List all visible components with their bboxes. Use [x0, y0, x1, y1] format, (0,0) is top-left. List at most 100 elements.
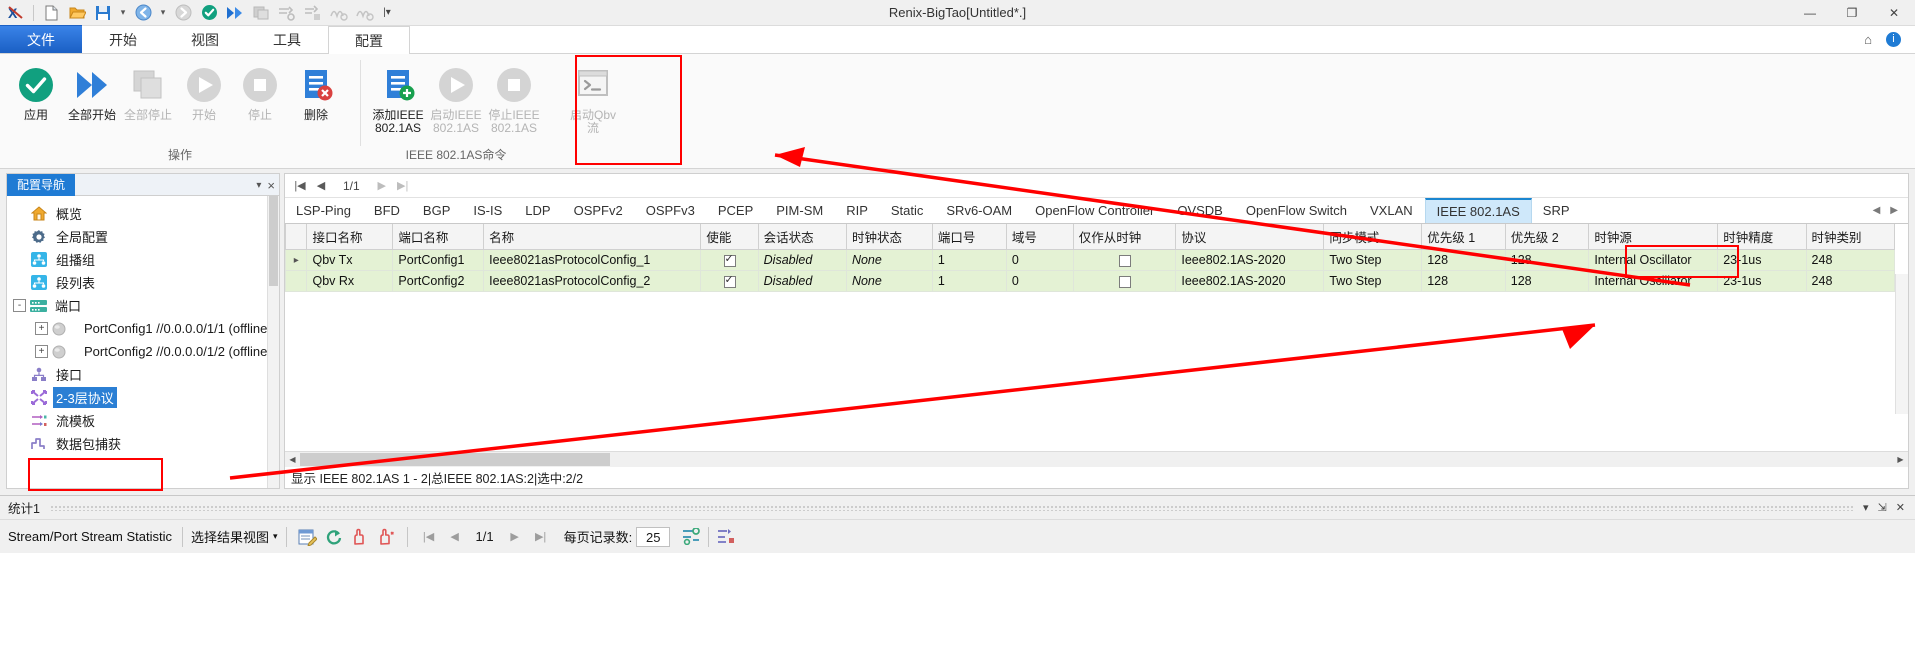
tab-static[interactable]: Static — [880, 198, 936, 223]
tree-item-stream-template[interactable]: 流模板 — [7, 409, 279, 432]
cell-port-number[interactable]: 1 — [931, 270, 1007, 292]
tab-is-is[interactable]: IS-IS — [462, 198, 514, 223]
tree-item-multicast-group[interactable]: 组播组 — [7, 248, 279, 271]
tab-ospfv3[interactable]: OSPFv3 — [635, 198, 707, 223]
col-enabled[interactable]: 使能 — [700, 224, 759, 250]
new-file-icon[interactable] — [39, 2, 63, 24]
dock-pin-icon[interactable]: ⇲ — [1878, 501, 1887, 514]
dock-header-buttons[interactable]: ▾ ⇲ ✕ — [1863, 501, 1915, 514]
col-port-number[interactable]: 端口号 — [931, 224, 1007, 250]
col-port-name[interactable]: 端口名称 — [392, 224, 485, 250]
col-sync-mode[interactable]: 同步模式 — [1323, 224, 1423, 250]
edit-view-icon[interactable] — [295, 525, 321, 549]
cell-clock-source[interactable]: Internal Oscillator — [1588, 249, 1719, 271]
save-dropdown-icon[interactable]: ▾ — [117, 2, 129, 24]
apply-button[interactable]: 应用 — [8, 60, 64, 125]
ribbon-tab-file[interactable]: 文件 — [0, 25, 82, 53]
col-clock-state[interactable]: 时钟状态 — [845, 224, 933, 250]
tab-ieee-802-1as[interactable]: IEEE 802.1AS — [1424, 198, 1532, 223]
col-name[interactable]: 名称 — [483, 224, 702, 250]
table-row[interactable]: ▸ Qbv Tx PortConfig1 Ieee8021asProtocolC… — [285, 249, 1896, 271]
cell-clock-accuracy[interactable]: 23-1us — [1717, 249, 1807, 271]
tab-scroll-left-icon[interactable]: ◀ — [1873, 205, 1881, 216]
statistics-toolbar[interactable]: Stream/Port Stream Statistic 选择结果视图 ▾ |◀… — [0, 519, 1915, 553]
tab-openflow-switch[interactable]: OpenFlow Switch — [1235, 198, 1359, 223]
tree-item-overview[interactable]: 概览 — [7, 202, 279, 225]
per-page-input[interactable]: 25 — [636, 526, 671, 547]
tree-item-packet-capture[interactable]: 数据包捕获 — [7, 432, 279, 455]
tab-ovsdb[interactable]: OVSDB — [1166, 198, 1235, 223]
protocol-table-container[interactable]: 接口名称 端口名称 名称 使能 会话状态 时钟状态 端口号 域号 仅作从时钟 协… — [285, 224, 1908, 451]
tab-lsp-ping[interactable]: LSP-Ping — [285, 198, 363, 223]
slave-only-checkbox[interactable] — [1118, 254, 1131, 267]
protocol-tab-strip[interactable]: LSP-Ping BFD BGP IS-IS LDP OSPFv2 OSPFv3… — [285, 198, 1908, 224]
cell-sync-mode[interactable]: Two Step — [1323, 270, 1423, 292]
col-priority1[interactable]: 优先级 1 — [1421, 224, 1506, 250]
cell-priority2[interactable]: 128 — [1504, 249, 1590, 271]
ribbon-tab-config[interactable]: 配置 — [328, 26, 410, 54]
maximize-button[interactable]: ❐ — [1831, 0, 1873, 26]
hscroll-left-arrow[interactable]: ◀ — [285, 451, 300, 467]
refresh-icon[interactable] — [321, 525, 347, 549]
hscroll-track[interactable] — [300, 451, 1893, 467]
tree-item-portconfig2[interactable]: + PortConfig2 //0.0.0.0/1/2 (offline) — [7, 340, 279, 363]
column-add-icon[interactable] — [713, 525, 739, 549]
pager-next-button[interactable]: ▶ — [373, 179, 391, 192]
info-icon[interactable]: i — [1886, 31, 1901, 47]
slave-only-checkbox[interactable] — [1118, 275, 1131, 288]
cell-interface-name[interactable]: Qbv Rx — [306, 270, 394, 292]
ribbon-tab-home[interactable]: 开始 — [82, 25, 164, 53]
col-clock-accuracy[interactable]: 时钟精度 — [1717, 224, 1807, 250]
cell-slave-only[interactable] — [1072, 249, 1177, 271]
cell-sync-mode[interactable]: Two Step — [1323, 249, 1423, 271]
cell-interface-name[interactable]: Qbv Tx — [306, 249, 394, 271]
tab-pim-sm[interactable]: PIM-SM — [765, 198, 835, 223]
tree-item-portconfig1[interactable]: + PortConfig1 //0.0.0.0/1/1 (offline) — [7, 317, 279, 340]
config-nav-tab[interactable]: 配置导航 — [7, 173, 76, 196]
dock-drag-handle[interactable] — [49, 504, 1854, 511]
tab-ldp[interactable]: LDP — [514, 198, 562, 223]
tab-scroll-right-icon[interactable]: ▶ — [1890, 205, 1898, 216]
clear-stat-icon[interactable] — [347, 525, 373, 549]
col-clock-source[interactable]: 时钟源 — [1588, 224, 1719, 250]
stat-next-page-button[interactable]: ▶ — [502, 525, 528, 549]
cell-domain[interactable]: 0 — [1005, 249, 1074, 271]
table-horizontal-scrollbar[interactable]: ◀ ▶ — [285, 451, 1908, 467]
table-row[interactable]: Qbv Rx PortConfig2 Ieee8021asProtocolCon… — [285, 270, 1896, 292]
tab-srp[interactable]: SRP — [1532, 198, 1582, 223]
cell-enabled[interactable] — [700, 270, 759, 292]
customize-toolbar-icon[interactable]: |▾ — [379, 2, 395, 24]
cell-port-name[interactable]: PortConfig1 — [392, 249, 485, 271]
cell-slave-only[interactable] — [1072, 270, 1177, 292]
pager-first-button[interactable]: |◀ — [291, 179, 309, 192]
config-nav-tree[interactable]: 概览 全局配置 组播组 段列表 - 端口 + PortConfig1 //0.0… — [7, 196, 279, 488]
grid-pager[interactable]: |◀ ◀ 1/1 ▶ ▶| — [285, 174, 1908, 198]
pager-prev-button[interactable]: ◀ — [312, 179, 330, 192]
tab-srv6-oam[interactable]: SRv6-OAM — [935, 198, 1024, 223]
minimize-button[interactable]: — — [1789, 0, 1831, 26]
tab-scroll-controls[interactable]: ◀ ▶ — [1863, 198, 1908, 223]
clear-all-stat-icon[interactable] — [373, 525, 399, 549]
cell-port-number[interactable]: 1 — [931, 249, 1007, 271]
stat-last-page-button[interactable]: ▶| — [528, 525, 554, 549]
add-ieee8021as-button[interactable]: 添加IEEE 802.1AS — [369, 60, 427, 138]
col-interface-name[interactable]: 接口名称 — [306, 224, 394, 250]
cell-priority2[interactable]: 128 — [1504, 270, 1590, 292]
hscroll-thumb[interactable] — [300, 452, 610, 466]
col-protocol[interactable]: 协议 — [1175, 224, 1325, 250]
tree-item-global-config[interactable]: 全局配置 — [7, 225, 279, 248]
tab-pcep[interactable]: PCEP — [707, 198, 765, 223]
col-session-state[interactable]: 会话状态 — [757, 224, 847, 250]
col-slave-only[interactable]: 仅作从时钟 — [1072, 224, 1177, 250]
start-all-button[interactable]: 全部开始 — [64, 60, 120, 125]
save-icon[interactable] — [91, 2, 115, 24]
col-clock-class[interactable]: 时钟类别 — [1805, 224, 1896, 250]
nav-scrollbar-thumb[interactable] — [269, 196, 278, 286]
table-vertical-scrollbar[interactable] — [1895, 274, 1908, 414]
window-controls[interactable]: — ❐ ✕ — [1789, 0, 1915, 26]
cell-priority1[interactable]: 128 — [1421, 270, 1506, 292]
pager-last-button[interactable]: ▶| — [394, 179, 412, 192]
tree-item-l2l3-protocol[interactable]: 2-3层协议 — [7, 386, 279, 409]
hscroll-right-arrow[interactable]: ▶ — [1893, 451, 1908, 467]
ribbon-tab-strip[interactable]: 文件 开始 视图 工具 配置 ⌂ i — [0, 25, 1915, 54]
